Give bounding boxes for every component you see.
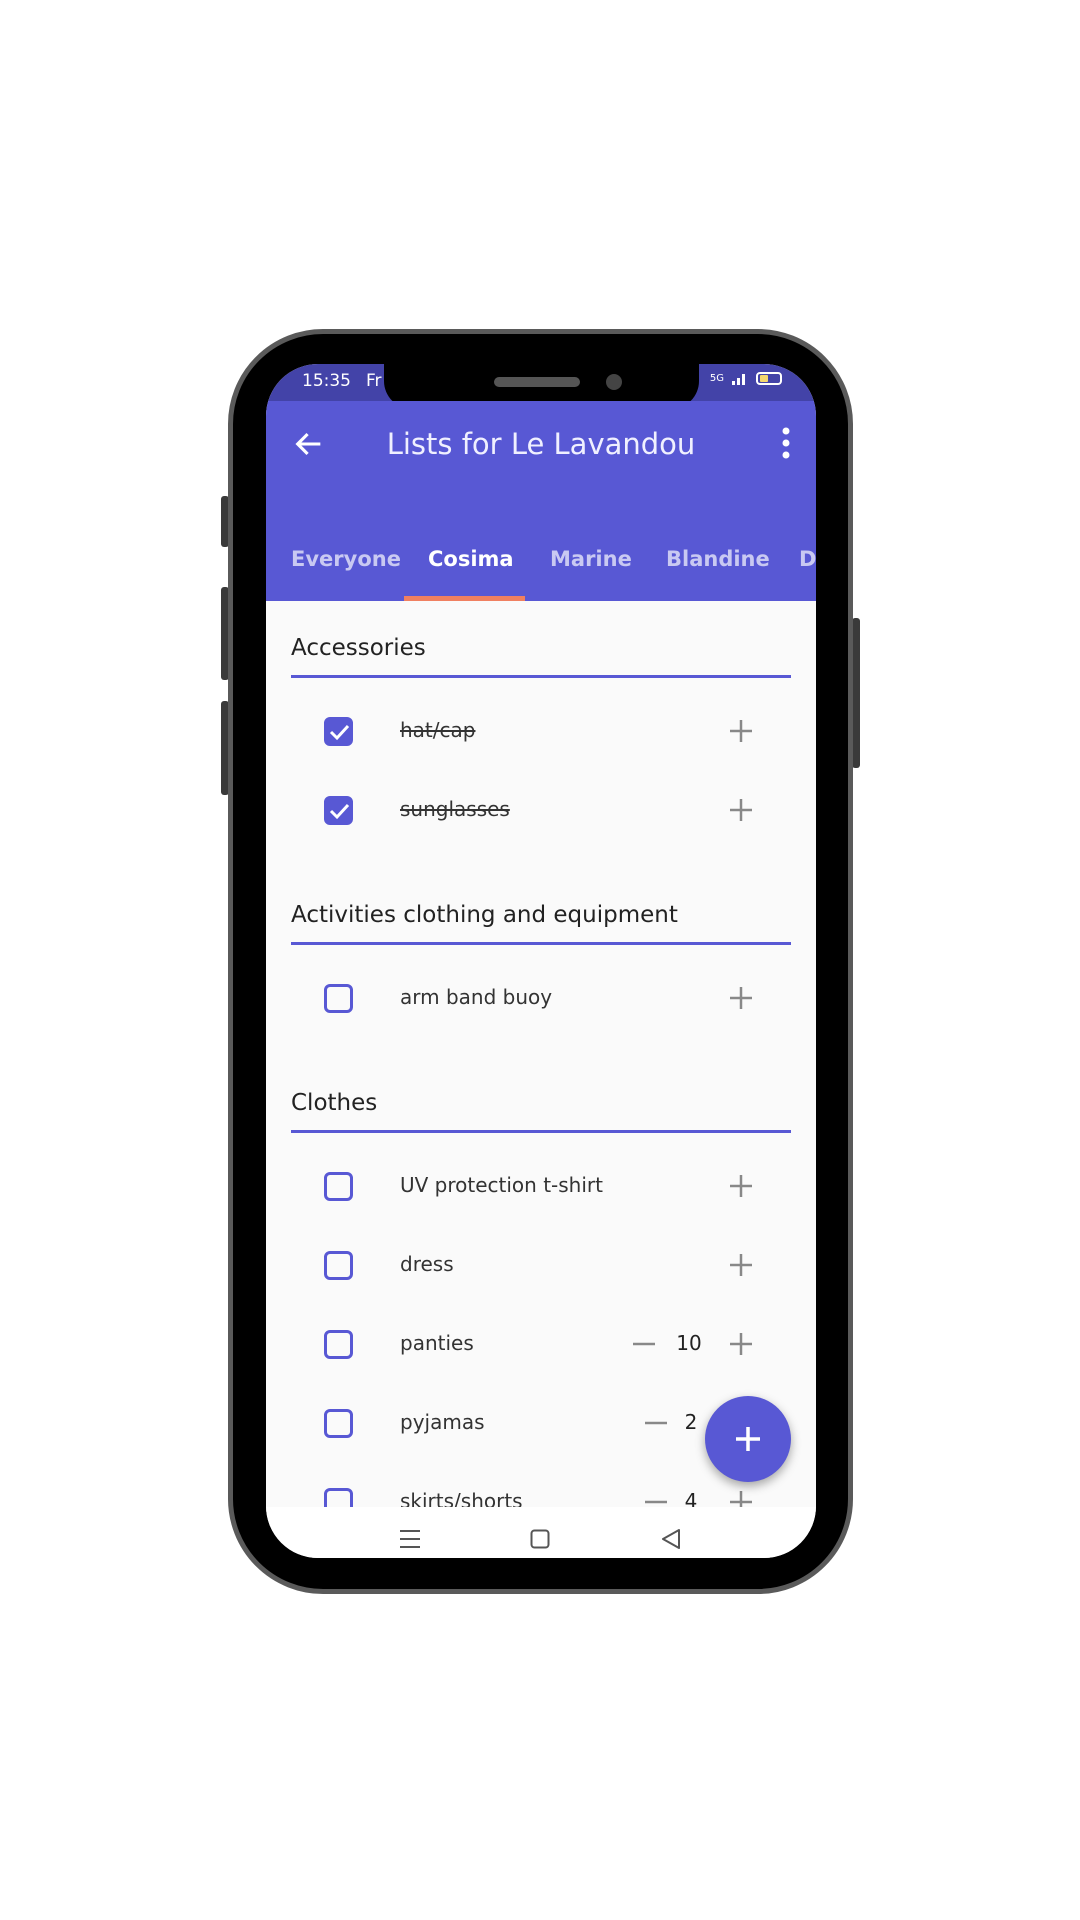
section-title: Activities clothing and equipment	[291, 868, 791, 945]
item-label: UV protection t-shirt	[400, 1173, 603, 1197]
decrement-button[interactable]	[643, 1489, 669, 1507]
system-nav-bar	[266, 1507, 816, 1558]
plus-icon	[728, 720, 754, 748]
item-label: skirts/shorts	[400, 1489, 523, 1507]
status-icons: 5G	[710, 372, 782, 385]
plus-icon	[728, 1333, 754, 1361]
tab-everyone[interactable]: Everyone	[291, 547, 401, 571]
network-label: 5G	[709, 373, 724, 384]
status-date: Fr	[366, 371, 382, 391]
item-checkbox[interactable]	[324, 1251, 353, 1280]
home-icon[interactable]	[530, 1529, 550, 1549]
list-item: hat/cap	[291, 692, 791, 771]
item-checkbox[interactable]	[324, 1409, 353, 1438]
tab-cosima[interactable]: Cosima	[428, 547, 514, 571]
tab-bar: Everyone Cosima Marine Blandine Da	[266, 541, 816, 601]
signal-icon	[732, 374, 745, 385]
tab-blandine[interactable]: Blandine	[666, 547, 770, 571]
list-section: Accessories hat/cap sunglasses	[291, 601, 791, 850]
phone-screen: Accessories hat/cap sunglasses Activities…	[266, 364, 816, 1558]
list-item: sunglasses	[291, 771, 791, 850]
recent-apps-icon[interactable]	[399, 1529, 421, 1549]
item-checkbox[interactable]	[324, 984, 353, 1013]
add-item-button[interactable]	[705, 1396, 791, 1482]
item-checkbox[interactable]	[324, 717, 353, 746]
item-checkbox[interactable]	[324, 796, 353, 825]
item-list: arm band buoy	[291, 945, 791, 1038]
plus-icon	[728, 987, 754, 1015]
item-quantity: 10	[676, 1331, 702, 1355]
decrement-button[interactable]	[643, 1410, 669, 1436]
page-title: Lists for Le Lavandou	[386, 427, 696, 461]
tab-marine[interactable]: Marine	[550, 547, 632, 571]
plus-icon	[736, 1427, 760, 1451]
item-checkbox[interactable]	[324, 1172, 353, 1201]
more-vert-icon[interactable]	[774, 425, 798, 461]
minus-icon	[643, 1500, 669, 1507]
item-label: dress	[400, 1252, 454, 1276]
list-item: arm band buoy	[291, 959, 791, 1038]
increment-button[interactable]	[728, 1252, 754, 1278]
plus-icon	[728, 1491, 754, 1507]
list-section: Activities clothing and equipment arm ba…	[291, 868, 791, 1038]
list-item: UV protection t-shirt	[291, 1147, 791, 1226]
minus-icon	[643, 1421, 669, 1440]
list-item: panties 10	[291, 1305, 791, 1384]
tab-da[interactable]: Da	[799, 547, 816, 571]
increment-button[interactable]	[728, 1489, 754, 1507]
increment-button[interactable]	[728, 797, 754, 823]
plus-icon	[728, 799, 754, 827]
back-nav-icon[interactable]	[661, 1529, 681, 1549]
plus-icon	[728, 1175, 754, 1203]
item-label: sunglasses	[400, 797, 510, 821]
section-title: Accessories	[291, 601, 791, 678]
battery-icon	[756, 372, 782, 385]
plus-icon	[728, 1254, 754, 1282]
list-item: dress	[291, 1226, 791, 1305]
increment-button[interactable]	[728, 1173, 754, 1199]
section-title: Clothes	[291, 1056, 791, 1133]
item-checkbox[interactable]	[324, 1330, 353, 1359]
item-label: arm band buoy	[400, 985, 553, 1009]
front-camera	[606, 374, 622, 390]
item-label: pyjamas	[400, 1410, 485, 1434]
tab-indicator	[404, 596, 525, 601]
item-label: panties	[400, 1331, 474, 1355]
increment-button[interactable]	[728, 1331, 754, 1357]
increment-button[interactable]	[728, 718, 754, 744]
item-list: hat/cap sunglasses	[291, 678, 791, 850]
increment-button[interactable]	[728, 985, 754, 1011]
status-time: 15:35	[302, 371, 351, 391]
app-bar: Lists for Le Lavandou Everyone Cosima Ma…	[266, 401, 816, 601]
phone-button-power	[852, 618, 860, 768]
decrement-button[interactable]	[631, 1331, 657, 1357]
item-label: hat/cap	[400, 718, 476, 742]
list-item: skirts/shorts 4	[291, 1463, 791, 1507]
minus-icon	[631, 1342, 657, 1361]
item-checkbox[interactable]	[324, 1488, 353, 1507]
speaker-grille	[494, 377, 580, 387]
list-content[interactable]: Accessories hat/cap sunglasses Activities…	[266, 601, 816, 1507]
item-quantity: 4	[684, 1489, 698, 1507]
